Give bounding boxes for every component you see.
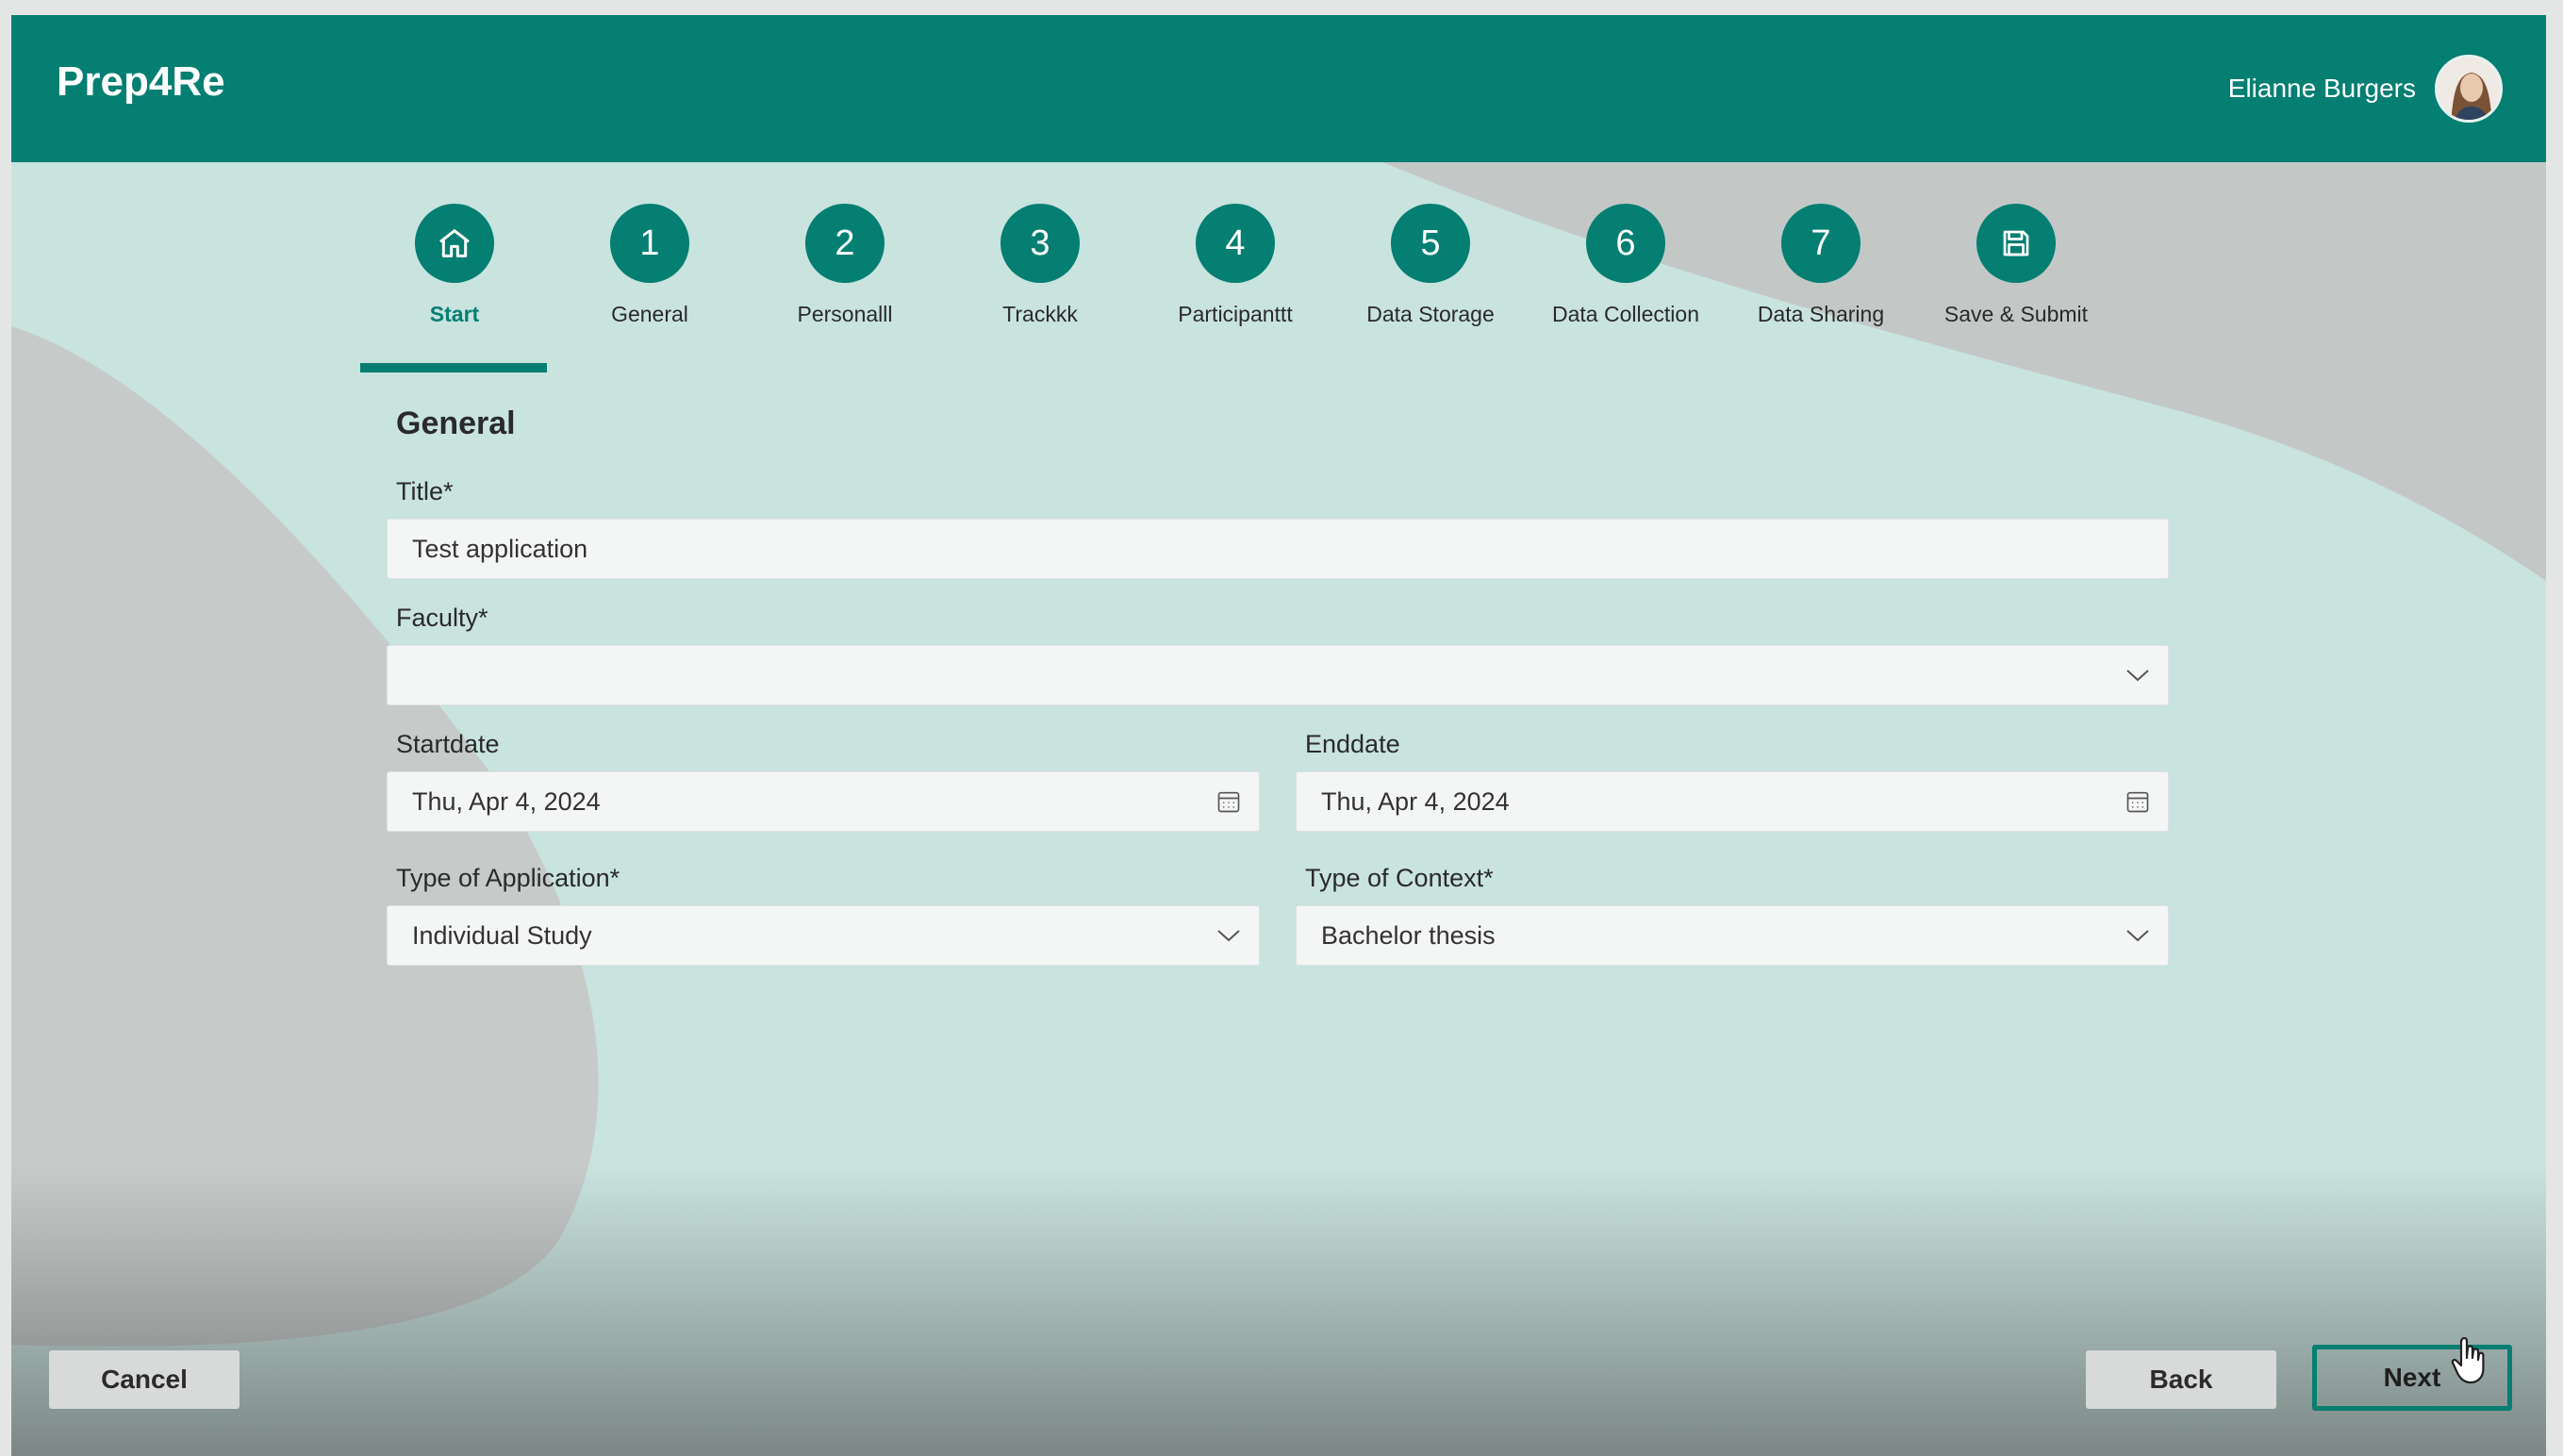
startdate-input[interactable]: Thu, Apr 4, 2024 bbox=[387, 771, 1260, 832]
step-label: Save & Submit bbox=[1943, 302, 2089, 326]
user-name: Elianne Burgers bbox=[2227, 74, 2416, 103]
enddate-label: Enddate bbox=[1305, 730, 1400, 758]
step-number: 3 bbox=[1000, 204, 1080, 283]
chevron-down-icon bbox=[1199, 905, 1259, 966]
type-of-application-value: Individual Study bbox=[412, 920, 592, 950]
title-value: Test application bbox=[412, 534, 588, 563]
step-save-submit[interactable]: Save & Submit bbox=[1922, 204, 2110, 364]
home-icon bbox=[415, 204, 494, 283]
calendar-icon[interactable] bbox=[2108, 771, 2168, 832]
hand-cursor-icon bbox=[2451, 1336, 2485, 1384]
startdate-value: Thu, Apr 4, 2024 bbox=[412, 786, 601, 816]
app-window: Prep4Re Elianne Burgers Start 1 General bbox=[11, 15, 2546, 1456]
startdate-label: Startdate bbox=[396, 730, 500, 758]
step-label: Trackkk bbox=[1002, 302, 1078, 326]
step-personal[interactable]: 2 Personalll bbox=[751, 204, 939, 364]
type-of-context-label: Type of Context* bbox=[1305, 864, 1494, 892]
back-button[interactable]: Back bbox=[2086, 1350, 2276, 1409]
faculty-label: Faculty* bbox=[396, 604, 488, 632]
calendar-icon[interactable] bbox=[1199, 771, 1259, 832]
step-label: Data Storage bbox=[1366, 302, 1495, 326]
title-label: Title* bbox=[396, 477, 454, 505]
step-label: Participanttt bbox=[1178, 302, 1293, 326]
step-label: Personalll bbox=[797, 302, 893, 326]
type-of-application-select[interactable]: Individual Study bbox=[387, 905, 1260, 966]
step-number: 2 bbox=[805, 204, 885, 283]
chevron-down-icon bbox=[2108, 645, 2168, 705]
step-label: General bbox=[611, 302, 688, 326]
user-portrait-icon bbox=[2438, 58, 2500, 120]
step-data-storage[interactable]: 5 Data Storage bbox=[1336, 204, 1525, 364]
step-general[interactable]: 1 General bbox=[555, 204, 744, 364]
save-icon bbox=[1976, 204, 2056, 283]
avatar[interactable] bbox=[2435, 55, 2503, 123]
active-step-indicator bbox=[360, 363, 547, 372]
step-number: 7 bbox=[1781, 204, 1860, 283]
section-title: General bbox=[396, 405, 516, 441]
step-participant[interactable]: 4 Participanttt bbox=[1141, 204, 1330, 364]
step-label: Data Sharing bbox=[1757, 302, 1885, 326]
app-title: Prep4Re bbox=[57, 58, 225, 105]
enddate-input[interactable]: Thu, Apr 4, 2024 bbox=[1296, 771, 2169, 832]
step-number: 6 bbox=[1586, 204, 1665, 283]
step-start[interactable]: Start bbox=[360, 204, 549, 364]
type-of-context-select[interactable]: Bachelor thesis bbox=[1296, 905, 2169, 966]
step-number: 5 bbox=[1391, 204, 1470, 283]
title-input[interactable]: Test application bbox=[387, 519, 2169, 579]
app-header: Prep4Re Elianne Burgers bbox=[11, 15, 2546, 162]
type-of-application-label: Type of Application* bbox=[396, 864, 620, 892]
chevron-down-icon bbox=[2108, 905, 2168, 966]
step-track[interactable]: 3 Trackkk bbox=[946, 204, 1134, 364]
type-of-context-value: Bachelor thesis bbox=[1321, 920, 1496, 950]
enddate-value: Thu, Apr 4, 2024 bbox=[1321, 786, 1510, 816]
step-number: 4 bbox=[1196, 204, 1275, 283]
step-data-collection[interactable]: 6 Data Collection bbox=[1531, 204, 1720, 364]
step-label: Start bbox=[429, 302, 480, 326]
stepper: Start 1 General 2 Personalll 3 Trackkk 4… bbox=[11, 204, 2546, 383]
cancel-button[interactable]: Cancel bbox=[49, 1350, 240, 1409]
step-number: 1 bbox=[610, 204, 689, 283]
faculty-select[interactable] bbox=[387, 645, 2169, 705]
step-label: Data Collection bbox=[1552, 302, 1699, 326]
step-data-sharing[interactable]: 7 Data Sharing bbox=[1727, 204, 1915, 364]
